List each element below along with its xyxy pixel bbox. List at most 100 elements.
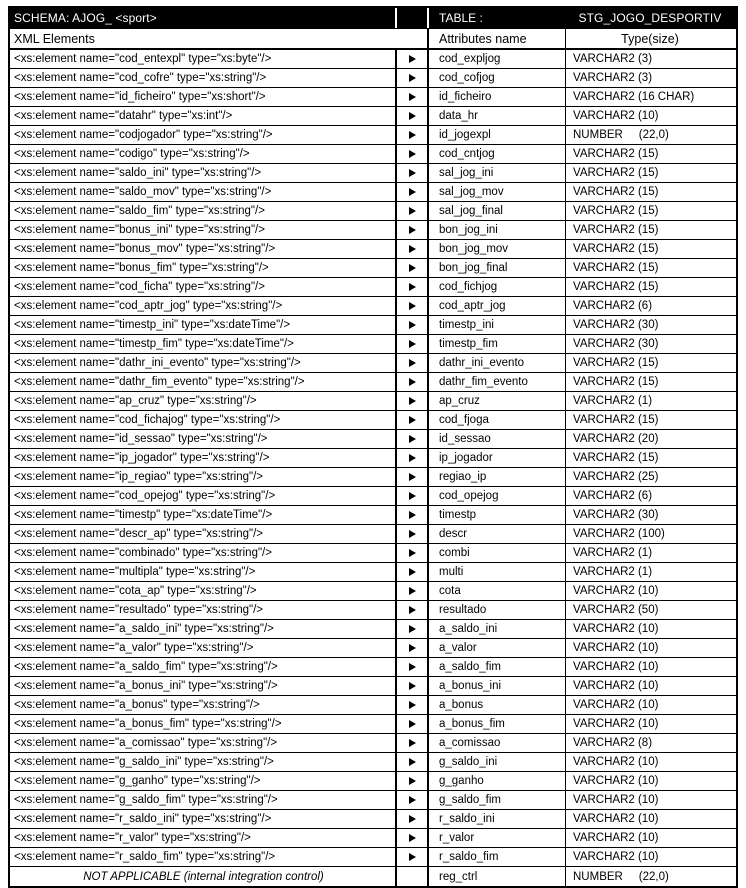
triangle-right-icon <box>408 568 416 576</box>
attribute-name-cell: descr <box>429 525 565 543</box>
mapping-arrow-cell <box>395 335 429 353</box>
attribute-type-cell: VARCHAR2 (1) <box>565 563 736 581</box>
attribute-type-text: VARCHAR2 (20) <box>573 433 659 445</box>
table-row: <xs:element name="cod_fichajog" type="xs… <box>10 411 736 430</box>
xml-element-text: <xs:element name="codigo" type="xs:strin… <box>14 148 250 160</box>
mapping-arrow-cell <box>395 392 429 410</box>
xml-element-text: <xs:element name="r_saldo_ini" type="xs:… <box>14 813 272 825</box>
attribute-type-cell: VARCHAR2 (15) <box>565 240 736 258</box>
mapping-arrow-cell <box>395 316 429 334</box>
xml-element-text: <xs:element name="bonus_mov" type="xs:st… <box>14 243 276 255</box>
attribute-name-text: dathr_ini_evento <box>439 357 525 369</box>
xml-element-cell: <xs:element name="r_valor" type="xs:stri… <box>10 829 395 847</box>
attribute-name-cell: r_saldo_fim <box>429 848 565 866</box>
attribute-type-cell: VARCHAR2 (16 CHAR) <box>565 88 736 106</box>
table-row: <xs:element name="dathr_fim_evento" type… <box>10 373 736 392</box>
attribute-name-text: a_bonus <box>439 699 484 711</box>
xml-element-cell: <xs:element name="id_sessao" type="xs:st… <box>10 430 395 448</box>
attribute-type-text: VARCHAR2 (6) <box>573 300 653 312</box>
xml-element-cell: <xs:element name="bonus_ini" type="xs:st… <box>10 221 395 239</box>
triangle-right-icon <box>408 131 416 139</box>
attribute-type-cell: VARCHAR2 (25) <box>565 468 736 486</box>
triangle-right-icon <box>408 416 416 424</box>
attribute-type-cell: VARCHAR2 (15) <box>565 183 736 201</box>
attribute-type-cell: VARCHAR2 (10) <box>565 696 736 714</box>
table-row: <xs:element name="timestp_fim" type="xs:… <box>10 335 736 354</box>
attribute-name-cell: data_hr <box>429 107 565 125</box>
triangle-right-icon <box>408 93 416 101</box>
xml-element-cell: <xs:element name="g_saldo_ini" type="xs:… <box>10 753 395 771</box>
attribute-name-text: combi <box>439 547 470 559</box>
xml-element-text: <xs:element name="dathr_ini_evento" type… <box>14 357 301 369</box>
attribute-type-text: VARCHAR2 (10) <box>573 680 659 692</box>
column-header-xml: XML Elements <box>10 29 395 48</box>
xml-element-cell: <xs:element name="dathr_ini_evento" type… <box>10 354 395 372</box>
xml-element-cell: <xs:element name="cod_fichajog" type="xs… <box>10 411 395 429</box>
triangle-right-icon <box>408 796 416 804</box>
triangle-right-icon <box>408 321 416 329</box>
triangle-right-icon <box>408 359 416 367</box>
mapping-arrow-cell <box>395 658 429 676</box>
xml-element-text: <xs:element name="r_valor" type="xs:stri… <box>14 832 251 844</box>
xml-element-cell: <xs:element name="ap_cruz" type="xs:stri… <box>10 392 395 410</box>
attribute-name-cell: a_bonus_fim <box>429 715 565 733</box>
triangle-right-icon <box>408 758 416 766</box>
attribute-type-cell: VARCHAR2 (1) <box>565 392 736 410</box>
attribute-name-cell: id_jogexpl <box>429 126 565 144</box>
attribute-name-text: descr <box>439 528 468 540</box>
xml-element-cell: <xs:element name="r_saldo_ini" type="xs:… <box>10 810 395 828</box>
triangle-right-icon <box>408 264 416 272</box>
xml-element-text: <xs:element name="a_saldo_fim" type="xs:… <box>14 661 278 673</box>
table-row: <xs:element name="id_sessao" type="xs:st… <box>10 430 736 449</box>
attribute-name-text: g_saldo_fim <box>439 794 502 806</box>
triangle-right-icon <box>408 549 416 557</box>
triangle-right-icon <box>408 511 416 519</box>
triangle-right-icon <box>408 587 416 595</box>
attribute-name-cell: regiao_ip <box>429 468 565 486</box>
table-row: <xs:element name="timestp" type="xs:date… <box>10 506 736 525</box>
attribute-name-cell: a_bonus_ini <box>429 677 565 695</box>
table-name: STG_JOGO_DESPORTIV <box>578 11 722 25</box>
attribute-type-text: VARCHAR2 (10) <box>573 585 659 597</box>
table-row: <xs:element name="timestp_ini" type="xs:… <box>10 316 736 335</box>
table-row: <xs:element name="a_bonus" type="xs:stri… <box>10 696 736 715</box>
mapping-arrow-cell <box>395 107 429 125</box>
xml-element-cell: <xs:element name="dathr_fim_evento" type… <box>10 373 395 391</box>
attribute-type-cell: VARCHAR2 (15) <box>565 164 736 182</box>
table-label-cell: TABLE : <box>429 8 565 28</box>
mapping-arrow-cell <box>395 620 429 638</box>
triangle-right-icon <box>408 245 416 253</box>
triangle-right-icon <box>408 682 416 690</box>
attribute-type-text: VARCHAR2 (30) <box>573 509 659 521</box>
mapping-arrow-cell <box>395 696 429 714</box>
xml-element-text: <xs:element name="timestp_ini" type="xs:… <box>14 319 291 331</box>
mapping-arrow-cell <box>395 601 429 619</box>
mapping-arrow-cell <box>395 411 429 429</box>
xml-element-cell: <xs:element name="datahr" type="xs:int"/… <box>10 107 395 125</box>
column-header-type-label: Type(size) <box>621 31 679 46</box>
attribute-name-cell: dathr_fim_evento <box>429 373 565 391</box>
xml-element-cell: <xs:element name="cod_ficha" type="xs:st… <box>10 278 395 296</box>
attribute-type-text: VARCHAR2 (3) <box>573 72 653 84</box>
table-row: <xs:element name="cod_cofre" type="xs:st… <box>10 69 736 88</box>
attribute-name-text: dathr_fim_evento <box>439 376 528 388</box>
attribute-name-cell: dathr_ini_evento <box>429 354 565 372</box>
triangle-right-icon <box>408 74 416 82</box>
xml-element-text: <xs:element name="resultado" type="xs:st… <box>14 604 264 616</box>
xml-element-cell: <xs:element name="descr_ap" type="xs:str… <box>10 525 395 543</box>
table-row: <xs:element name="cod_entexpl" type="xs:… <box>10 50 736 69</box>
triangle-right-icon <box>408 397 416 405</box>
attribute-name-cell: cod_expljog <box>429 50 565 68</box>
mapping-arrow-cell <box>395 145 429 163</box>
attribute-type-text: VARCHAR2 (15) <box>573 376 659 388</box>
xml-element-text: <xs:element name="cod_fichajog" type="xs… <box>14 414 281 426</box>
triangle-right-icon <box>408 777 416 785</box>
attribute-name-cell: resultado <box>429 601 565 619</box>
attribute-type-cell: VARCHAR2 (15) <box>565 145 736 163</box>
attribute-name-cell: cod_cofjog <box>429 69 565 87</box>
attribute-type-text: VARCHAR2 (15) <box>573 148 659 160</box>
attribute-type-text: VARCHAR2 (3) <box>573 53 653 65</box>
mapping-arrow-cell <box>395 772 429 790</box>
xml-element-text: <xs:element name="timestp" type="xs:date… <box>14 509 273 521</box>
attribute-type-cell: VARCHAR2 (15) <box>565 259 736 277</box>
